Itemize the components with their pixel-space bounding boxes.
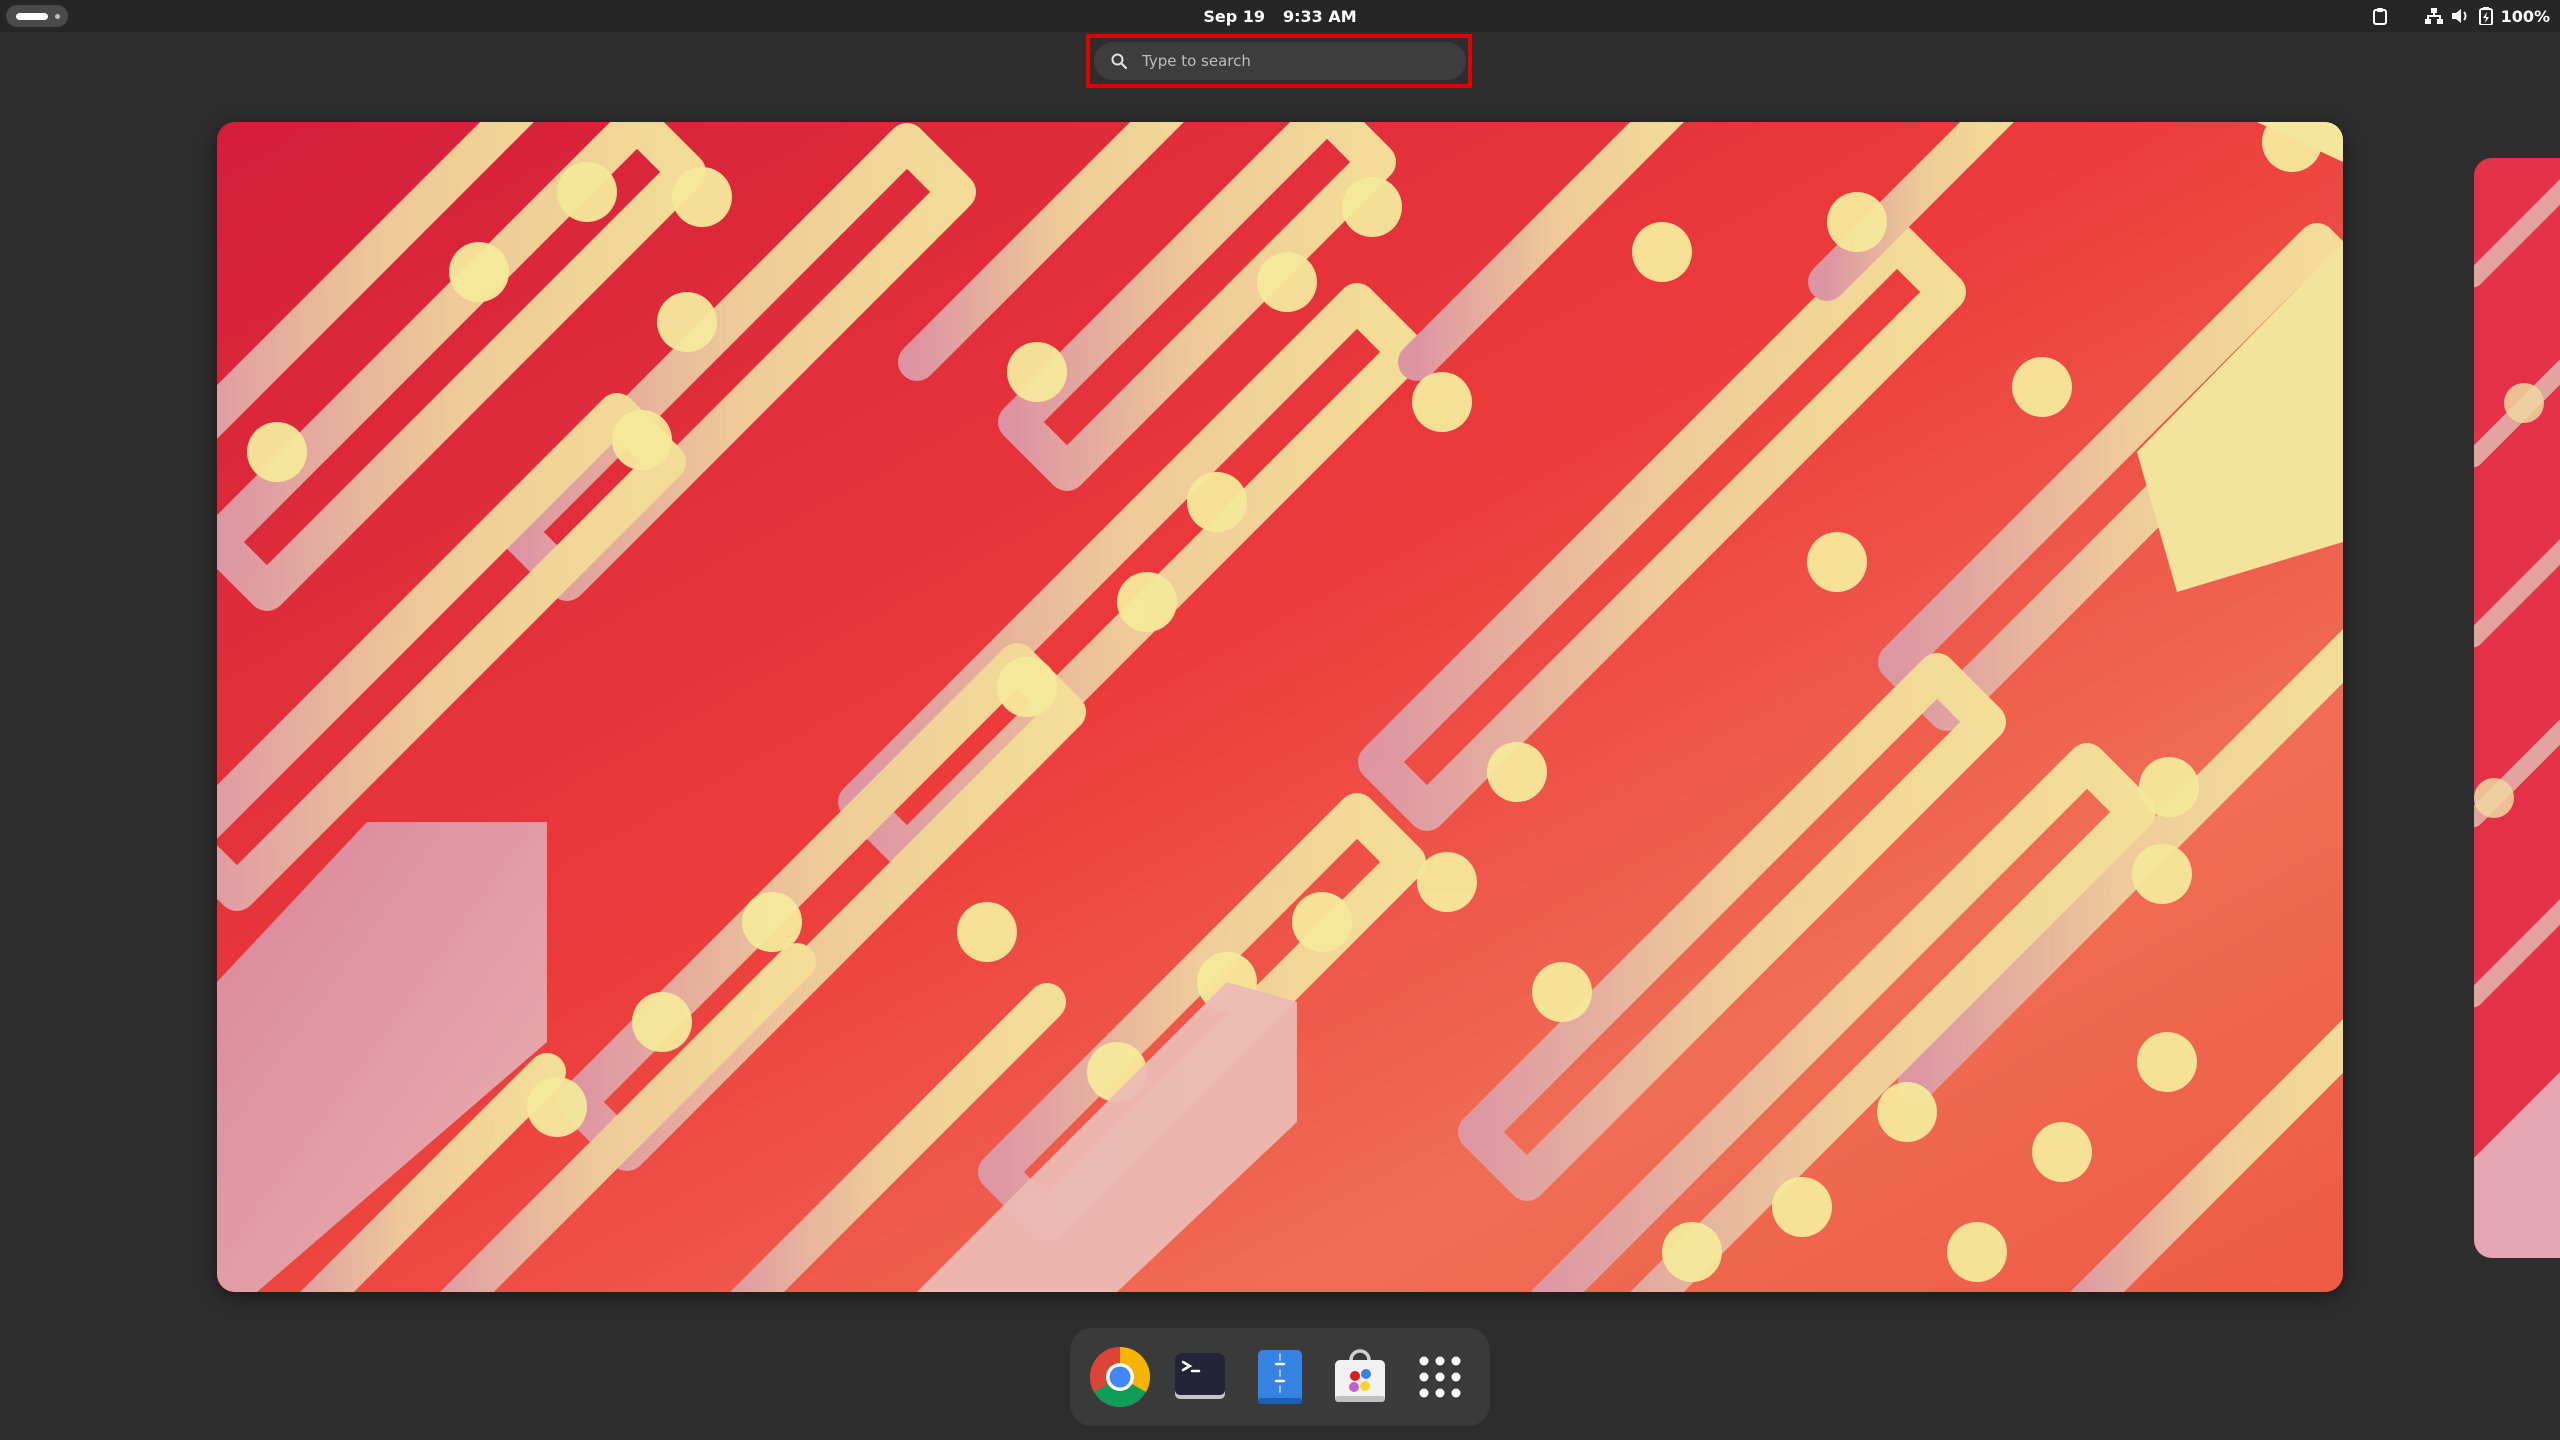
volume-icon[interactable] xyxy=(2447,3,2473,29)
dock-app-software[interactable] xyxy=(1328,1345,1392,1409)
software-store-icon xyxy=(1335,1349,1385,1402)
system-tray[interactable]: 100% xyxy=(2367,0,2550,32)
network-wired-icon[interactable] xyxy=(2421,3,2447,29)
dock xyxy=(1070,1328,1490,1426)
date-time-menu[interactable]: Sep 19 9:33 AM xyxy=(0,0,2560,32)
top-bar: Sep 19 9:33 AM 100% xyxy=(0,0,2560,32)
terminal-icon xyxy=(1175,1353,1225,1399)
workspace-thumbnail-current[interactable] xyxy=(217,122,2343,1292)
wallpaper-image-next xyxy=(2474,158,2560,1258)
workspace-indicator-active xyxy=(16,13,48,20)
dock-app-text-editor[interactable] xyxy=(1248,1345,1312,1409)
workspace-indicator-dot xyxy=(55,14,60,19)
clock-time[interactable]: 9:33 AM xyxy=(1283,7,1357,26)
dock-show-apps[interactable] xyxy=(1408,1345,1472,1409)
clipboard-icon[interactable] xyxy=(2367,3,2393,29)
chrome-icon xyxy=(1089,1347,1151,1408)
battery-percentage[interactable]: 100% xyxy=(2501,7,2550,26)
search-icon xyxy=(1108,50,1130,72)
workspace-thumbnail-next[interactable] xyxy=(2474,158,2560,1258)
clock-date[interactable]: Sep 19 xyxy=(1203,7,1265,26)
app-grid-icon xyxy=(1419,1356,1461,1398)
dock-app-chrome[interactable] xyxy=(1088,1345,1152,1409)
wallpaper-image xyxy=(217,122,2343,1292)
text-editor-icon xyxy=(1258,1350,1302,1404)
search-entry[interactable] xyxy=(1094,42,1466,80)
battery-icon[interactable] xyxy=(2473,3,2499,29)
dock-app-terminal[interactable] xyxy=(1168,1345,1232,1409)
activities-button[interactable] xyxy=(6,5,68,27)
search-input[interactable] xyxy=(1140,51,1444,71)
